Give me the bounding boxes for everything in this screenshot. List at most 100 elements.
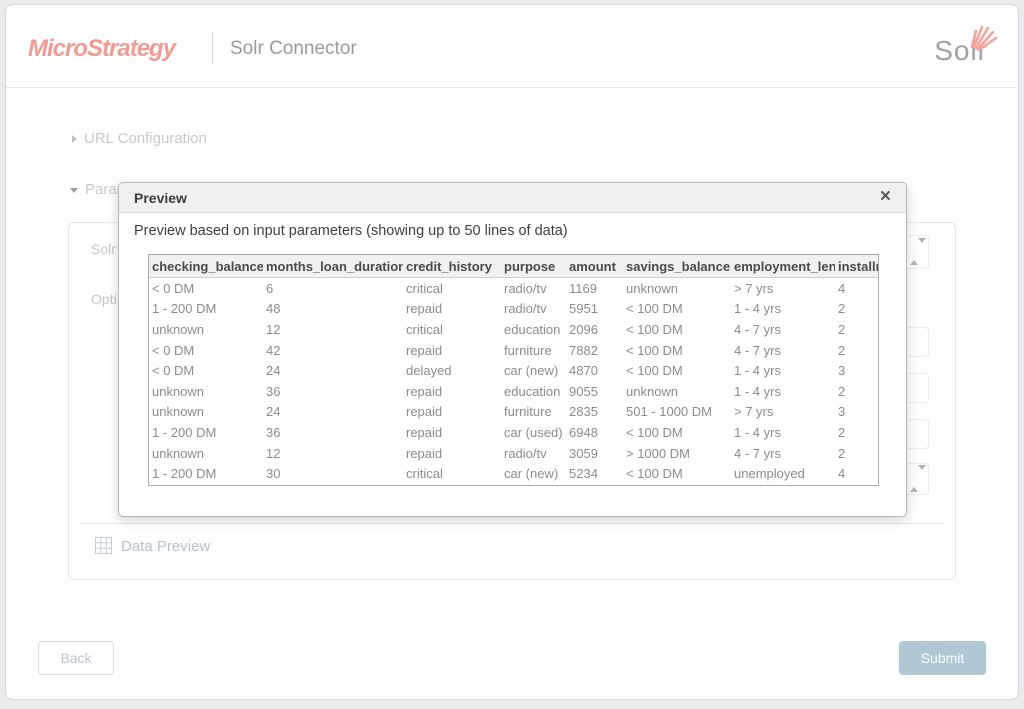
table-cell: 2 <box>835 381 879 402</box>
app-title: Solr Connector <box>230 38 357 60</box>
table-cell: 5951 <box>566 299 623 320</box>
table-cell: car (used) <box>501 422 566 443</box>
table-cell: 2 <box>835 299 879 320</box>
table-cell: 2 <box>835 319 879 340</box>
table-grid-icon <box>95 537 112 554</box>
table-cell: repaid <box>403 443 501 464</box>
table-cell: 6948 <box>566 422 623 443</box>
table-cell: 2835 <box>566 402 623 423</box>
column-header: months_loan_duration <box>263 255 403 278</box>
section-url-configuration[interactable]: URL Configuration <box>72 130 207 147</box>
table-cell: < 0 DM <box>149 340 263 361</box>
table-cell: unknown <box>149 443 263 464</box>
table-row: < 0 DM6criticalradio/tv1169unknown> 7 yr… <box>149 278 879 299</box>
table-cell: 6 <box>263 278 403 299</box>
table-cell: 1 - 200 DM <box>149 463 263 484</box>
table-cell: > 1000 DM <box>623 443 731 464</box>
preview-modal: Preview × Preview based on input paramet… <box>118 182 907 517</box>
column-header: amount <box>566 255 623 278</box>
table-cell: 4 <box>835 463 879 484</box>
table-cell: 2 <box>835 340 879 361</box>
table-cell: 1 - 200 DM <box>149 422 263 443</box>
header-divider <box>212 31 213 65</box>
table-row: 1 - 200 DM48repaidradio/tv5951< 100 DM1 … <box>149 299 879 320</box>
column-header: purpose <box>501 255 566 278</box>
table-cell: 2096 <box>566 319 623 340</box>
table-cell: unknown <box>623 381 731 402</box>
table-cell: 2 <box>835 422 879 443</box>
table-cell: repaid <box>403 381 501 402</box>
modal-description: Preview based on input parameters (showi… <box>134 223 568 239</box>
table-cell: 24 <box>263 402 403 423</box>
submit-button[interactable]: Submit <box>899 641 986 675</box>
table-cell: repaid <box>403 402 501 423</box>
solr-logo: Solr <box>934 23 988 69</box>
chevron-right-icon <box>72 135 77 143</box>
table-cell: unknown <box>149 381 263 402</box>
table-cell: < 100 DM <box>623 340 731 361</box>
table-cell: 36 <box>263 422 403 443</box>
modal-title: Preview <box>134 190 187 206</box>
table-cell: unknown <box>623 278 731 299</box>
table-cell: 48 <box>263 299 403 320</box>
table-cell: 42 <box>263 340 403 361</box>
table-cell: education <box>501 381 566 402</box>
table-cell: furniture <box>501 340 566 361</box>
close-icon[interactable]: × <box>880 186 891 208</box>
table-cell: 9055 <box>566 381 623 402</box>
table-cell: > 7 yrs <box>731 278 835 299</box>
column-header: employment_length <box>731 255 835 278</box>
data-preview-label: Data Preview <box>121 538 210 555</box>
column-header: savings_balance <box>623 255 731 278</box>
table-cell: 1169 <box>566 278 623 299</box>
table-row: < 0 DM24delayedcar (new)4870< 100 DM1 - … <box>149 360 879 381</box>
table-cell: critical <box>403 463 501 484</box>
table-cell: 4 - 7 yrs <box>731 319 835 340</box>
table-cell: 3 <box>835 360 879 381</box>
table-cell: unknown <box>149 402 263 423</box>
table-cell: < 0 DM <box>149 360 263 381</box>
table-cell: 1 - 4 yrs <box>731 422 835 443</box>
table-cell: repaid <box>403 340 501 361</box>
table-cell: 1 - 4 yrs <box>731 299 835 320</box>
table-row: 1 - 200 DM36repaidcar (used)6948< 100 DM… <box>149 422 879 443</box>
data-preview-link[interactable]: Data Preview <box>95 537 210 555</box>
table-cell: < 100 DM <box>623 299 731 320</box>
table-cell: 3 <box>835 402 879 423</box>
microstrategy-logo: MicroStrategy <box>28 35 175 63</box>
chevron-down-icon <box>70 188 78 193</box>
table-cell: critical <box>403 319 501 340</box>
table-cell: 4 <box>835 278 879 299</box>
table-cell: 5234 <box>566 463 623 484</box>
table-row: 1 - 200 DM30criticalcar (new)5234< 100 D… <box>149 463 879 484</box>
app-window: MicroStrategy Solr Connector Solr URL Co… <box>0 0 1024 709</box>
solr-sunburst-icon <box>966 21 1000 51</box>
table-cell: unknown <box>149 319 263 340</box>
table-cell: delayed <box>403 360 501 381</box>
table-cell: 4 - 7 yrs <box>731 340 835 361</box>
table-row: unknown36repaideducation9055unknown1 - 4… <box>149 381 879 402</box>
table-cell: 4870 <box>566 360 623 381</box>
table-row: unknown12repaidradio/tv3059> 1000 DM4 - … <box>149 443 879 464</box>
table-cell: furniture <box>501 402 566 423</box>
table-cell: unemployed <box>731 463 835 484</box>
table-row: unknown12criticaleducation2096< 100 DM4 … <box>149 319 879 340</box>
table-cell: 36 <box>263 381 403 402</box>
table-cell: critical <box>403 278 501 299</box>
table-cell: repaid <box>403 422 501 443</box>
column-header: installm <box>835 255 879 278</box>
table-cell: radio/tv <box>501 443 566 464</box>
table-cell: > 7 yrs <box>731 402 835 423</box>
table-cell: radio/tv <box>501 299 566 320</box>
table-cell: 1 - 4 yrs <box>731 360 835 381</box>
preview-table[interactable]: checking_balancemonths_loan_durationcred… <box>148 254 879 486</box>
table-cell: 2 <box>835 443 879 464</box>
table-cell: radio/tv <box>501 278 566 299</box>
table-cell: < 100 DM <box>623 422 731 443</box>
table-cell: 1 - 4 yrs <box>731 381 835 402</box>
back-button[interactable]: Back <box>38 641 114 675</box>
table-cell: < 100 DM <box>623 360 731 381</box>
table-cell: 30 <box>263 463 403 484</box>
select-arrows-icon <box>910 470 918 488</box>
optional-field-label: Opti <box>91 291 117 307</box>
